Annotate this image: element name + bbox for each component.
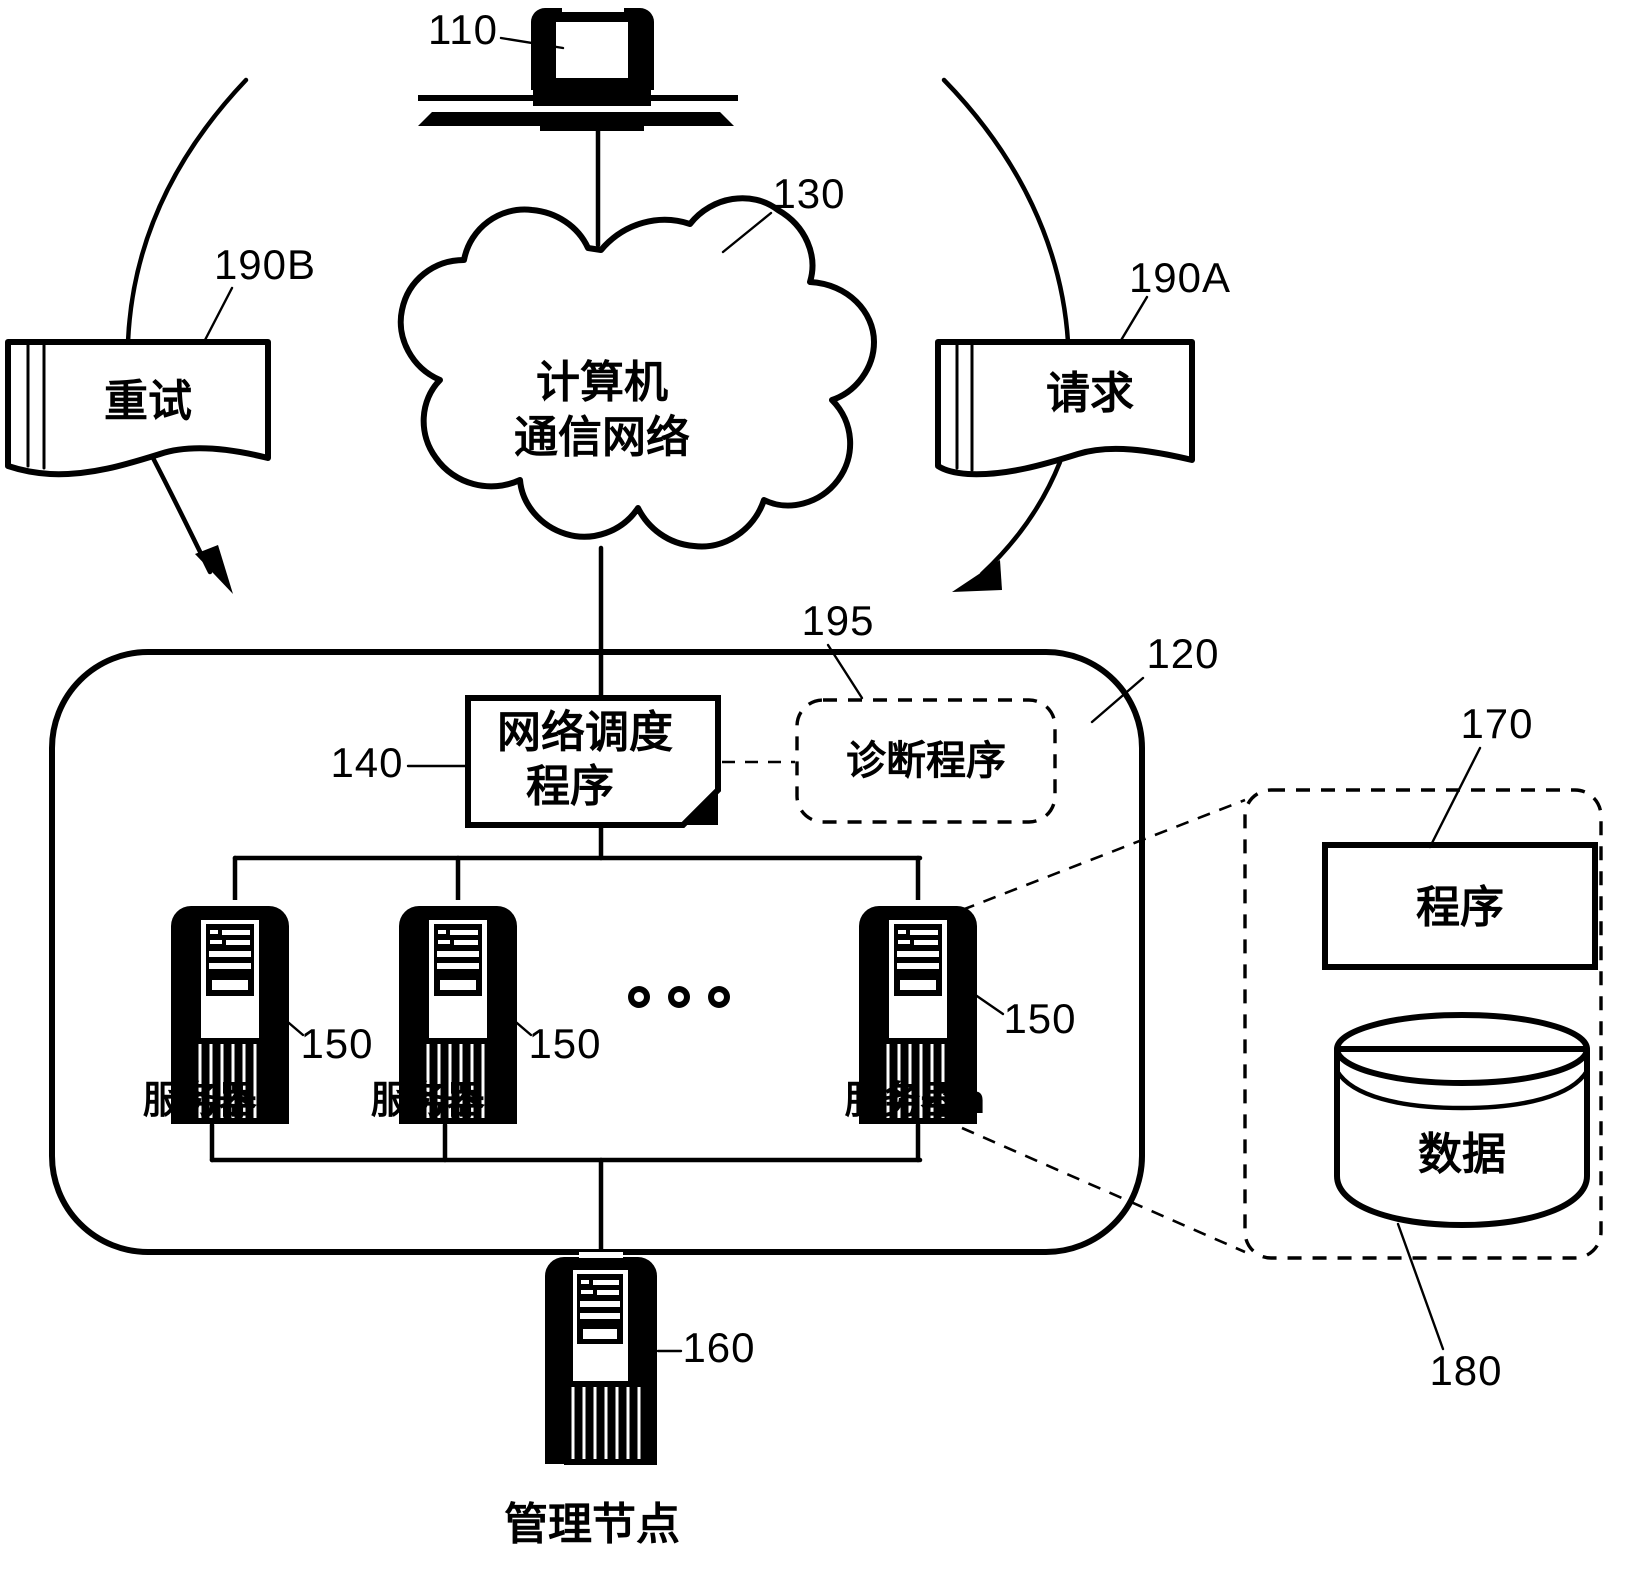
ref-195: 195 <box>801 597 874 700</box>
ref-160: 160 <box>656 1324 755 1371</box>
scheduler-label-line1: 网络调度 <box>497 707 673 758</box>
retry-document: 重试 <box>5 339 271 478</box>
svg-text:150: 150 <box>300 1020 373 1067</box>
ref-180: 180 <box>1396 1222 1502 1394</box>
svg-text:180: 180 <box>1429 1347 1502 1394</box>
svg-text:160: 160 <box>682 1324 755 1371</box>
cloud-label-line1: 计算机 <box>536 357 668 408</box>
svg-text:130: 130 <box>772 170 845 217</box>
diagnostic-program-box: 诊断程序 <box>795 698 1057 824</box>
request-document-label: 请求 <box>1046 368 1134 419</box>
svg-text:110: 110 <box>428 6 498 53</box>
management-node-label: 管理节点 <box>504 1499 680 1550</box>
request-outbound-arrow <box>952 459 1063 592</box>
detail-program-label: 程序 <box>1416 882 1504 933</box>
svg-text:150: 150 <box>1003 995 1076 1042</box>
retry-inbound-curve <box>125 77 249 345</box>
detail-program-box: 程序 <box>1322 842 1598 970</box>
ref-190A: 190A <box>1118 254 1231 344</box>
detail-data-cylinder: 数据 <box>1334 1012 1590 1228</box>
ref-190B: 190B <box>203 241 316 342</box>
scheduler-label-line2: 程序 <box>526 761 614 812</box>
network-cloud: 计算机 通信网络 <box>397 195 877 550</box>
svg-text:170: 170 <box>1460 700 1533 747</box>
patent-diagram-canvas: 110 计算机 通信网络 130 重试 190B 请求 190A 120 网络调… <box>5 5 1603 1550</box>
server-1-label: 服务器1 <box>143 1078 283 1122</box>
diagnostic-program-label: 诊断程序 <box>846 738 1006 784</box>
svg-text:150: 150 <box>528 1020 601 1067</box>
scheduler-box: 网络调度 程序 <box>465 695 721 828</box>
retry-outbound-arrow <box>149 453 233 594</box>
ref-170: 170 <box>1428 700 1533 849</box>
ref-130: 130 <box>721 170 845 254</box>
request-inbound-curve <box>941 77 1071 345</box>
server-ellipsis <box>628 986 730 1008</box>
patent-figure: 110 计算机 通信网络 130 重试 190B 请求 190A 120 网络调… <box>0 0 1651 1581</box>
svg-text:140: 140 <box>330 739 403 786</box>
ref-140: 140 <box>330 739 470 786</box>
retry-document-label: 重试 <box>104 376 192 427</box>
server-n-label: 服务器n <box>844 1078 985 1122</box>
svg-text:190A: 190A <box>1129 254 1231 301</box>
management-node-icon <box>545 1252 657 1465</box>
svg-text:190B: 190B <box>214 241 316 288</box>
svg-text:195: 195 <box>801 597 874 644</box>
svg-text:120: 120 <box>1146 630 1219 677</box>
request-document: 请求 <box>935 339 1195 478</box>
cloud-label-line2: 通信网络 <box>514 412 690 463</box>
server-2-label: 服务器2 <box>371 1078 511 1122</box>
detail-data-label: 数据 <box>1418 1129 1506 1180</box>
